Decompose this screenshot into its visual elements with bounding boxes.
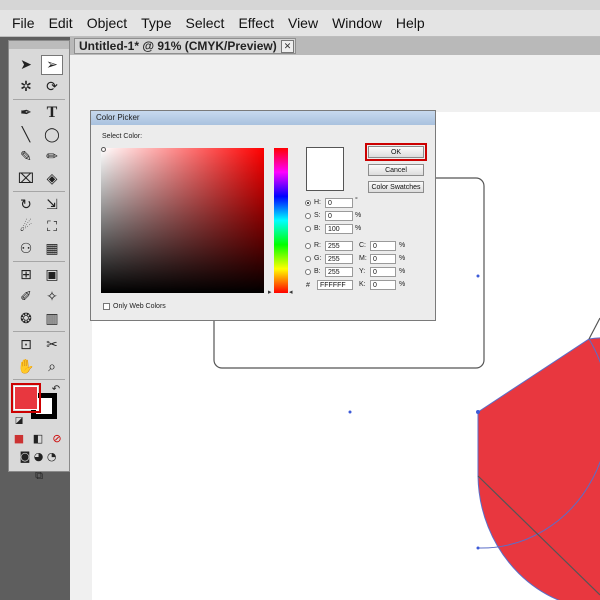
hue-slider[interactable] [274,148,288,293]
red-radio[interactable] [305,243,311,249]
pie-shape[interactable] [477,337,600,600]
color-swatches-button[interactable]: Color Swatches [368,181,424,193]
black-field[interactable]: 0 [370,280,396,290]
color-field-cursor[interactable] [101,147,106,152]
dialog-title: Color Picker [96,113,140,122]
only-web-colors-label: Only Web Colors [113,303,166,310]
magenta-field[interactable]: 0 [370,254,396,264]
brightness-field[interactable]: 100 [325,224,353,234]
saturation-radio[interactable] [305,213,311,219]
saturation-field[interactable]: 0 [325,211,353,221]
color-field[interactable] [101,148,264,293]
yellow-label: Y: [359,268,366,275]
brightness-unit: % [355,225,362,232]
dialog-titlebar[interactable]: Color Picker [91,111,435,125]
red-label: R: [314,242,321,249]
hex-field[interactable]: FFFFFF [317,280,353,290]
yellow-field[interactable]: 0 [370,267,396,277]
green-label: G: [314,255,322,262]
green-field[interactable]: 255 [325,254,353,264]
blue-radio[interactable] [305,269,311,275]
magenta-label: M: [359,255,367,262]
black-label: K: [359,281,366,288]
select-color-label: Select Color: [102,133,143,140]
saturation-label: S: [314,212,321,219]
cyan-label: C: [359,242,366,249]
hue-radio[interactable] [305,200,311,206]
brightness-radio[interactable] [305,226,311,232]
color-preview [306,147,344,191]
line-segment[interactable] [588,317,600,340]
center-point [476,410,480,414]
hue-field[interactable]: 0 [325,198,353,208]
saturation-unit: % [355,212,362,219]
hue-slider-left-arrow-icon[interactable]: ▸ [268,288,272,296]
ok-button-highlight [365,143,427,161]
blue-label: B: [314,268,321,275]
green-radio[interactable] [305,256,311,262]
brightness-label: B: [314,225,321,232]
anchor-point [476,546,480,550]
anchor-point [476,274,480,278]
red-field[interactable]: 255 [325,241,353,251]
color-picker-dialog: Color Picker Select Color: ▸ ◂ Only Web … [90,110,436,321]
magenta-unit: % [399,255,406,262]
black-unit: % [399,281,406,288]
cancel-button[interactable]: Cancel [368,164,424,176]
hue-slider-right-arrow-icon[interactable]: ◂ [289,288,293,296]
blue-field[interactable]: 255 [325,267,353,277]
cyan-field[interactable]: 0 [370,241,396,251]
only-web-colors-checkbox[interactable] [103,303,110,310]
hue-unit: ° [355,197,358,204]
hue-label: H: [314,199,321,206]
anchor-point [348,410,352,414]
cyan-unit: % [399,242,406,249]
hex-label: # [306,282,310,289]
yellow-unit: % [399,268,406,275]
